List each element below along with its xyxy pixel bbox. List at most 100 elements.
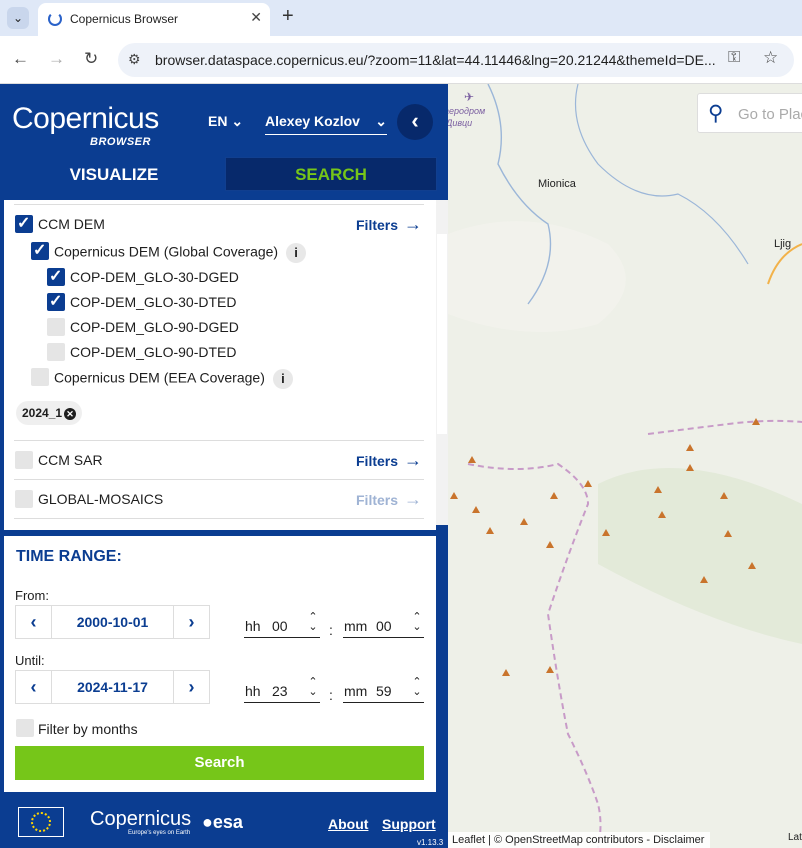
tab-visualize[interactable]: VISUALIZE (4, 158, 224, 192)
user-menu[interactable]: Alexey Kozlov ⌄ (265, 113, 387, 135)
arrow-right-icon: → (404, 489, 423, 509)
esa-logo: ●esa (202, 812, 243, 832)
filters-label: Filters (356, 217, 399, 233)
until-hour-value: 23 (272, 683, 288, 699)
info-icon[interactable]: i (286, 243, 307, 263)
global-mosaics-checkbox[interactable] (15, 490, 33, 508)
ccm-dem-filters-button[interactable]: Filters → (356, 214, 422, 235)
from-hour-value: 00 (272, 618, 288, 634)
key-icon[interactable]: ⚿ (728, 49, 740, 67)
stepper-icon[interactable]: ⌃ ⌄ (306, 677, 320, 698)
map-view[interactable]: Mionica Ljig аеродром Дивци ✈ ⚲ Go to Pl… (448, 84, 802, 848)
url-field[interactable]: ⚙ browser.dataspace.copernicus.eu/?zoom=… (118, 43, 794, 77)
filters-label: Filters (356, 492, 399, 508)
cop-dem-eea-checkbox[interactable] (31, 368, 49, 386)
until-label: Until: (15, 653, 45, 668)
time-range-title: TIME RANGE: (16, 548, 122, 565)
from-minute-field[interactable]: mm 00 ⌃ ⌄ (343, 612, 424, 638)
from-label: From: (15, 588, 49, 603)
until-hour-field[interactable]: hh 23 ⌃ ⌄ (244, 677, 320, 703)
remove-badge-icon[interactable]: ✕ (64, 408, 77, 420)
until-date-picker: ‹ 2024-11-17 › (15, 670, 210, 704)
until-next-day-button[interactable]: › (173, 671, 209, 703)
divider (14, 518, 424, 519)
ccm-dem-checkbox[interactable] (15, 213, 33, 233)
from-prev-day-button[interactable]: ‹ (16, 606, 52, 638)
time-separator: : (329, 687, 333, 703)
cop-dem-glo-30-dted-checkbox[interactable] (47, 291, 65, 311)
badge-label: 2024_1 (22, 406, 63, 420)
footer-logo-subtitle: Europe's eyes on Earth (128, 830, 191, 836)
map-attribution[interactable]: Leaflet | © OpenStreetMap contributors -… (448, 832, 710, 848)
arrow-right-icon: → (404, 450, 423, 470)
collapse-sidebar-button[interactable]: ‹ (397, 104, 433, 140)
search-button[interactable]: Search (15, 746, 424, 780)
filter-by-months-checkbox[interactable] (16, 719, 34, 737)
copernicus-footer-logo: Copernicus (90, 808, 192, 830)
about-link[interactable]: About (328, 816, 368, 832)
place-label: Дивци (448, 118, 473, 128)
language-selector[interactable]: EN ⌄ (208, 113, 243, 130)
collection-cop-dem-global: Copernicus DEM (Global Coverage) i (4, 240, 436, 263)
filter-by-months-label: Filter by months (38, 721, 138, 737)
time-range-panel: TIME RANGE: From: ‹ 2000-10-01 › hh 00 ⌃… (4, 536, 436, 792)
from-next-day-button[interactable]: › (173, 606, 209, 638)
from-date-picker: ‹ 2000-10-01 › (15, 605, 210, 639)
search-icon: ⚲ (708, 102, 724, 125)
bookmark-star-icon[interactable]: ☆ (763, 48, 778, 68)
collection-cop-dem-eea: Copernicus DEM (EEA Coverage) i (4, 366, 436, 389)
forward-icon[interactable]: → (48, 49, 65, 69)
item-label: COP-DEM_GLO-30-DGED (70, 269, 239, 285)
close-icon[interactable]: ✕ (250, 9, 262, 26)
hh-label: hh (245, 683, 261, 699)
stepper-icon[interactable]: ⌃ ⌄ (306, 612, 320, 633)
chevron-left-icon: ‹ (411, 108, 419, 133)
support-link[interactable]: Support (382, 816, 436, 832)
back-icon[interactable]: ← (12, 49, 29, 69)
cop-dem-eea-label: Copernicus DEM (EEA Coverage) i (54, 369, 293, 389)
from-date-field[interactable]: 2000-10-01 (52, 606, 173, 638)
location-search-placeholder: Go to Plac (738, 106, 802, 123)
list-item: COP-DEM_GLO-30-DGED (4, 266, 436, 288)
tab-search[interactable]: SEARCH (225, 157, 437, 191)
eu-stars-icon (31, 812, 51, 832)
reload-icon[interactable]: ↻ (84, 49, 98, 69)
cop-dem-global-checkbox[interactable] (31, 240, 49, 260)
collection-global-mosaics: GLOBAL-MOSAICS Filters → (4, 488, 436, 510)
info-icon[interactable]: i (272, 369, 293, 389)
place-label: Mionica (538, 178, 576, 190)
from-hour-field[interactable]: hh 00 ⌃ ⌄ (244, 612, 320, 638)
item-label: COP-DEM_GLO-90-DTED (70, 344, 237, 360)
cop-dem-glo-30-dged-checkbox[interactable] (47, 266, 65, 286)
stepper-icon[interactable]: ⌃ ⌄ (410, 612, 424, 633)
tab-search-menu-button[interactable]: ⌄ (7, 7, 29, 29)
map-canvas (448, 84, 802, 848)
until-minute-field[interactable]: mm 59 ⌃ ⌄ (343, 677, 424, 703)
new-tab-button[interactable]: + (282, 5, 294, 28)
filter-badge: 2024_1 ✕ (16, 401, 83, 425)
cop-dem-glo-90-dged-checkbox[interactable] (47, 318, 65, 336)
global-mosaics-label: GLOBAL-MOSAICS (38, 491, 164, 507)
browser-tab[interactable]: Copernicus Browser ✕ (38, 3, 270, 36)
global-mosaics-filters-button[interactable]: Filters → (356, 489, 422, 510)
until-prev-day-button[interactable]: ‹ (16, 671, 52, 703)
until-date-field[interactable]: 2024-11-17 (52, 671, 173, 703)
footer-logo-text: opernicus (104, 808, 192, 830)
url-text: browser.dataspace.copernicus.eu/?zoom=11… (155, 52, 716, 68)
mm-label: mm (344, 683, 368, 699)
mm-label: mm (344, 618, 368, 634)
ccm-sar-filters-button[interactable]: Filters → (356, 450, 422, 471)
scrollbar-thumb[interactable] (437, 234, 447, 434)
stepper-icon[interactable]: ⌃ ⌄ (410, 677, 424, 698)
logo-text: Copernicus (12, 102, 159, 135)
cop-dem-glo-90-dted-checkbox[interactable] (47, 343, 65, 361)
site-settings-icon[interactable]: ⚙ (128, 51, 141, 68)
copernicus-logo[interactable]: Copernicus BROWSER (12, 94, 162, 154)
ccm-sar-label: CCM SAR (38, 452, 103, 468)
ccm-sar-checkbox[interactable] (15, 451, 33, 469)
place-label: Ljig (774, 238, 792, 250)
time-separator: : (329, 622, 333, 638)
location-search-input[interactable]: ⚲ Go to Plac (697, 93, 802, 133)
chevron-down-icon: ⌄ (375, 113, 387, 129)
cop-dem-eea-text: Copernicus DEM (EEA Coverage) (54, 369, 265, 386)
